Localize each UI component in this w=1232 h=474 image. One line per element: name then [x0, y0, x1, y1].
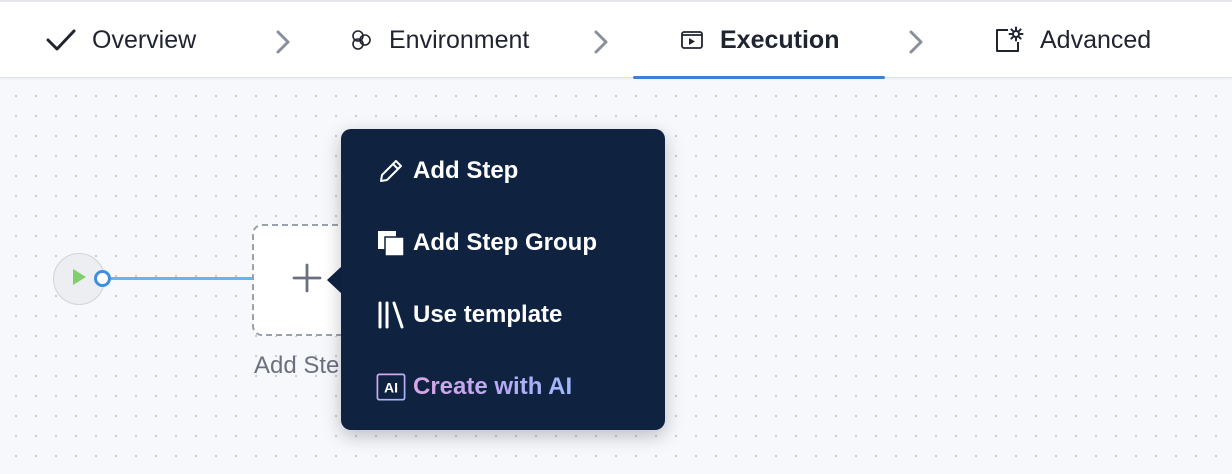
chevron-right-icon	[909, 30, 923, 54]
tab-advanced[interactable]: Advanced	[994, 2, 1151, 78]
play-icon	[70, 267, 88, 292]
menu-item-label: Add Step	[413, 157, 519, 184]
menu-pointer	[327, 266, 342, 294]
add-step-menu: Add Step Add Step Group Use template AI …	[341, 129, 665, 430]
pencil-icon	[376, 156, 406, 186]
chevron-right-icon	[594, 30, 608, 54]
template-library-icon	[376, 300, 406, 330]
tab-environment[interactable]: Environment	[349, 2, 529, 78]
execution-icon	[680, 29, 704, 51]
tab-execution-label: Execution	[720, 25, 840, 54]
menu-item-add-step-group[interactable]: Add Step Group	[376, 223, 597, 263]
environment-icon	[349, 28, 373, 52]
tab-overview-label: Overview	[92, 25, 197, 54]
advanced-gear-icon	[994, 26, 1024, 54]
svg-text:AI: AI	[384, 380, 398, 396]
active-tab-indicator	[633, 76, 885, 79]
tab-environment-label: Environment	[389, 25, 530, 54]
plus-icon	[290, 261, 324, 300]
check-icon	[46, 28, 76, 52]
menu-item-label: Create with AI	[413, 373, 573, 400]
connector-port[interactable]	[94, 270, 111, 287]
pipeline-connector-line	[110, 277, 253, 280]
menu-item-add-step[interactable]: Add Step	[376, 151, 518, 191]
menu-item-label: Add Step Group	[413, 229, 597, 256]
menu-item-create-with-ai[interactable]: AI Create with AI	[376, 367, 572, 407]
tab-overview[interactable]: Overview	[46, 2, 196, 78]
chevron-right-icon	[276, 30, 290, 54]
ai-icon: AI	[376, 372, 406, 402]
step-group-icon	[376, 228, 406, 258]
tab-advanced-label: Advanced	[1040, 25, 1152, 54]
tab-execution[interactable]: Execution	[680, 2, 839, 78]
add-step-label: Add Step	[254, 352, 353, 379]
pipeline-studio: Overview Environment Execution Advanced …	[0, 0, 1232, 474]
menu-item-label: Use template	[413, 301, 563, 328]
pipeline-tab-bar: Overview Environment Execution Advanced	[0, 0, 1232, 79]
menu-item-use-template[interactable]: Use template	[376, 295, 562, 335]
